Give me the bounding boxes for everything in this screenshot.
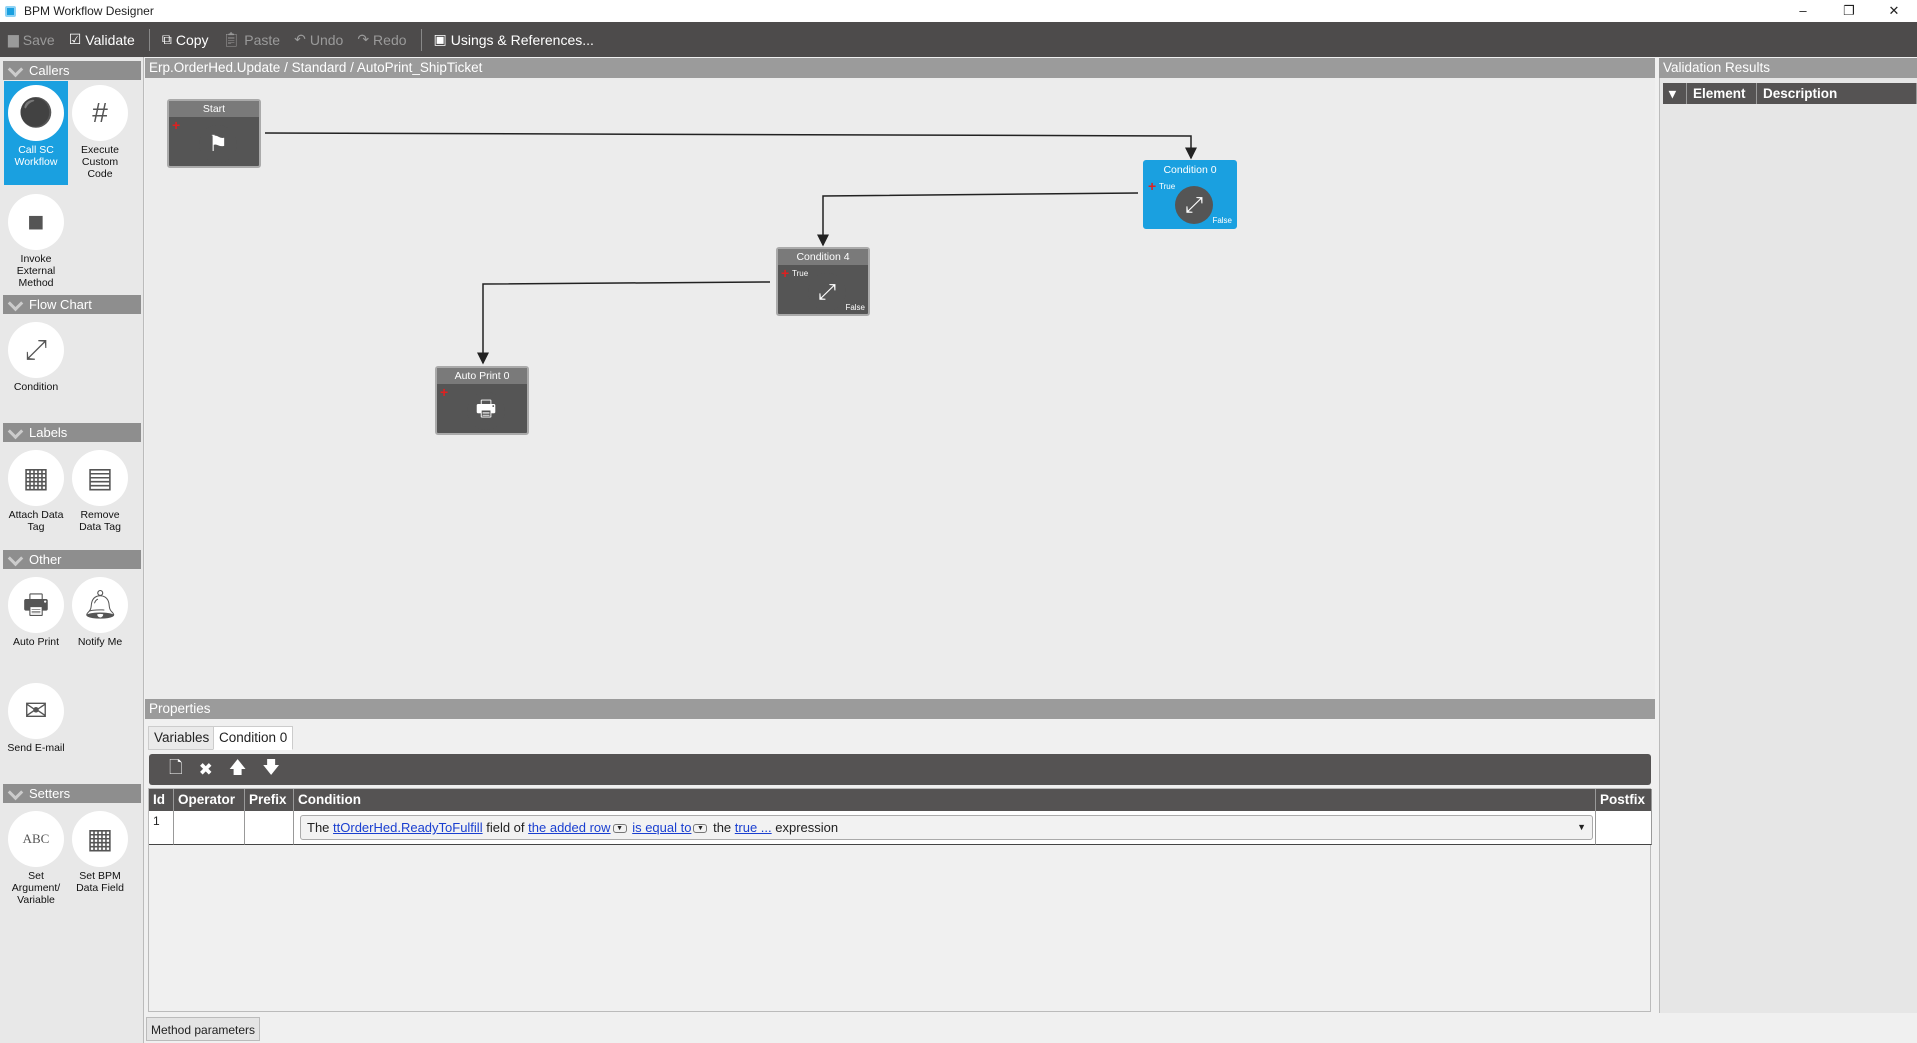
workflow-icon: ⚫ <box>8 85 64 141</box>
checkbox-icon: ☑ <box>68 31 82 47</box>
section-other[interactable]: Other <box>3 550 141 569</box>
value-link[interactable]: true ... <box>735 820 772 835</box>
tool-remove-data-tag[interactable]: ▤ Remove Data Tag <box>68 446 132 533</box>
save-icon: ▆ <box>8 31 19 47</box>
properties-header: Properties <box>145 699 1655 719</box>
filter-icon[interactable]: ▾ <box>1663 83 1687 104</box>
connector-start-condition0 <box>264 132 1197 160</box>
condition-icon: ⤢ <box>1175 186 1213 224</box>
validate-button[interactable]: ☑ Validate <box>69 31 135 48</box>
title-bar: BPM Workflow Designer – ❐ ✕ <box>0 0 1917 22</box>
move-up-icon[interactable]: 🡅 <box>229 755 246 784</box>
workflow-canvas[interactable]: Start + ⚑ Condition 0 + True ⤢ False Condition… <box>145 78 1655 699</box>
cell-postfix[interactable] <box>1596 811 1652 845</box>
tool-notify-me[interactable]: 🔔︎ Notify Me <box>68 573 132 648</box>
main-toolbar: ▆ Save ☑ Validate ⧉ Copy 📋︎ Paste ↶ Undo ↷ Red… <box>0 22 1917 57</box>
tool-call-sc-workflow[interactable]: ⚫ Call SC Workflow <box>4 81 68 185</box>
references-icon: ▣ <box>433 31 447 47</box>
calendar-icon: ▦ <box>72 811 128 867</box>
redo-button[interactable]: ↷ Redo <box>357 31 406 48</box>
connector-condition4-autoprint <box>477 281 771 365</box>
undo-icon: ↶ <box>294 31 306 47</box>
validation-panel <box>1659 58 1917 1013</box>
tool-set-argument-variable[interactable]: ABC Set Argument/ Variable <box>4 807 68 906</box>
close-button[interactable]: ✕ <box>1871 0 1917 22</box>
minimize-button[interactable]: – <box>1780 0 1826 22</box>
condition-grid: Id Operator Prefix Condition Postfix 1 T… <box>148 788 1652 1012</box>
field-link[interactable]: ttOrderHed.ReadyToFulfill <box>333 820 483 835</box>
tab-condition-0[interactable]: Condition 0 <box>213 726 294 750</box>
tool-send-email[interactable]: ✉ Send E-mail <box>4 679 68 754</box>
paste-button[interactable]: 📋︎ Paste <box>223 31 281 48</box>
node-condition-4[interactable]: Condition 4 + True ⤢ False <box>776 247 870 316</box>
col-condition[interactable]: Condition <box>294 789 1596 811</box>
cell-operator[interactable] <box>174 811 245 845</box>
external-method-icon: ■ <box>8 194 64 250</box>
col-element[interactable]: Element <box>1687 83 1757 104</box>
condition-editor[interactable]: The ttOrderHed.ReadyToFulfill field of t… <box>300 815 1593 840</box>
condition-toolbar: 🗋 ✖ 🡅 🡇 <box>149 754 1651 785</box>
section-setters[interactable]: Setters <box>3 784 141 803</box>
breadcrumb: Erp.OrderHed.Update / Standard / AutoPri… <box>145 58 1655 78</box>
paste-icon: 📋︎ <box>222 31 241 47</box>
printer-icon: 🖶 <box>467 392 505 430</box>
section-callers[interactable]: Callers <box>3 61 141 80</box>
tool-execute-custom-code[interactable]: # Execute Custom Code <box>68 81 132 180</box>
copy-button[interactable]: ⧉ Copy <box>162 31 209 48</box>
delete-icon[interactable]: ✖ <box>199 760 213 780</box>
tool-auto-print[interactable]: 🖶 Auto Print <box>4 573 68 648</box>
flag-icon: ⚑ <box>199 125 237 163</box>
chevron-down-icon[interactable]: ▼ <box>1577 816 1586 839</box>
condition-icon: ⤢ <box>8 322 64 378</box>
cell-id[interactable]: 1 <box>149 811 174 845</box>
operator-link[interactable]: is equal to <box>632 820 691 835</box>
tool-set-bpm-data-field[interactable]: ▦ Set BPM Data Field <box>68 807 132 894</box>
remove-tag-icon: ▤ <box>72 450 128 506</box>
dropdown-icon[interactable]: ▼ <box>612 824 627 834</box>
node-auto-print-0[interactable]: Auto Print 0 + 🖶 <box>435 366 529 435</box>
col-prefix[interactable]: Prefix <box>245 789 294 811</box>
col-operator[interactable]: Operator <box>174 789 245 811</box>
email-icon: ✉ <box>8 683 64 739</box>
tool-invoke-external-method[interactable]: ■ Invoke External Method <box>4 190 68 289</box>
connector-condition0-condition4 <box>817 192 1139 247</box>
window-title: BPM Workflow Designer <box>24 4 154 18</box>
connectors <box>264 132 1197 365</box>
bell-icon: 🔔︎ <box>72 577 128 633</box>
app-icon <box>5 5 16 17</box>
validation-header: Validation Results <box>1659 58 1917 78</box>
new-row-icon[interactable]: 🗋 <box>169 755 183 784</box>
node-condition-0[interactable]: Condition 0 + True ⤢ False <box>1143 160 1237 229</box>
tool-condition[interactable]: ⤢ Condition <box>4 318 68 393</box>
printer-icon: 🖶 <box>8 577 64 633</box>
row-link[interactable]: the added row <box>528 820 610 835</box>
section-flow-chart[interactable]: Flow Chart <box>3 295 141 314</box>
restore-button[interactable]: ❐ <box>1826 0 1872 22</box>
abc-icon: ABC <box>8 811 64 867</box>
col-postfix[interactable]: Postfix <box>1596 789 1652 811</box>
tab-variables[interactable]: Variables <box>148 726 216 750</box>
cell-prefix[interactable] <box>245 811 294 845</box>
code-file-icon: # <box>72 85 128 141</box>
redo-icon: ↷ <box>357 31 370 47</box>
move-down-icon[interactable]: 🡇 <box>262 755 279 784</box>
col-id[interactable]: Id <box>149 789 174 811</box>
usings-references-button[interactable]: ▣ Usings & References... <box>434 31 594 48</box>
tool-attach-data-tag[interactable]: ▦ Attach Data Tag <box>4 446 68 533</box>
node-start[interactable]: Start + ⚑ <box>167 99 261 168</box>
section-labels[interactable]: Labels <box>3 423 141 442</box>
condition-icon: ⤢ <box>808 273 846 311</box>
tab-method-parameters[interactable]: Method parameters <box>146 1017 261 1041</box>
attach-tag-icon: ▦ <box>8 450 64 506</box>
copy-icon: ⧉ <box>161 31 172 47</box>
dropdown-icon[interactable]: ▼ <box>693 824 708 834</box>
toolbox-sidebar: Callers ⚫ Call SC Workflow # Execute Custo… <box>0 57 144 1043</box>
col-description[interactable]: Description <box>1757 83 1917 104</box>
save-button[interactable]: ▆ Save <box>8 31 55 48</box>
undo-button[interactable]: ↶ Undo <box>294 31 343 48</box>
